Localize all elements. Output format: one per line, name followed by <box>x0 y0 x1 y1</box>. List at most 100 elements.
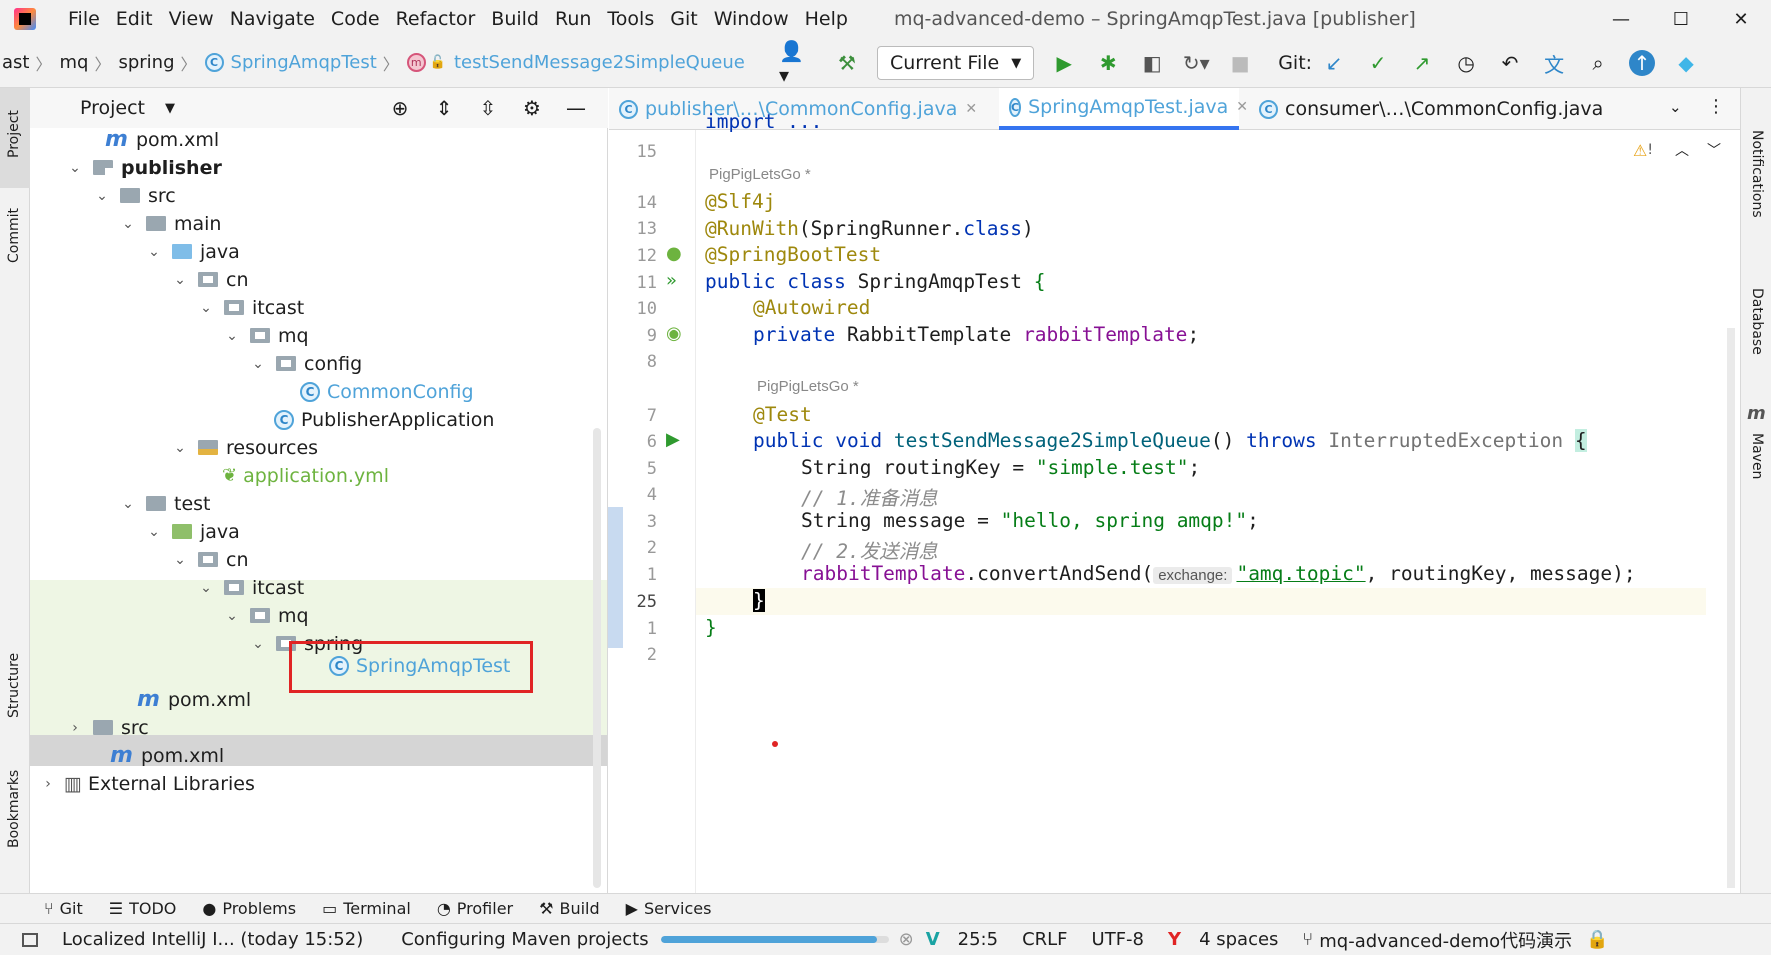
expand-all-icon[interactable]: ⇕ <box>431 95 457 121</box>
profile-icon[interactable]: ↻▾ <box>1183 50 1210 76</box>
tab-springamqptest[interactable]: C SpringAmqpTest.java ✕ <box>999 88 1248 130</box>
tree-item[interactable]: ⌄ itcast <box>196 292 304 323</box>
menu-navigate[interactable]: Navigate <box>230 8 315 30</box>
breadcrumb-item[interactable]: ast <box>2 52 29 73</box>
menu-run[interactable]: Run <box>555 8 591 30</box>
tree-item[interactable]: ⌄ mq <box>222 320 308 351</box>
tree-item[interactable]: m pom.xml <box>137 684 251 715</box>
tree-item[interactable]: ⌄ resources <box>170 432 318 463</box>
menu-window[interactable]: Window <box>714 8 789 30</box>
tree-item[interactable]: ⌄ java <box>144 516 240 547</box>
search-icon[interactable]: ⌕ <box>1585 50 1611 76</box>
tree-item[interactable]: C CommonConfig <box>300 376 474 407</box>
project-tool-label[interactable]: Project <box>6 110 22 158</box>
bottom-tool-profiler[interactable]: ◔ Profiler <box>437 899 513 918</box>
cancel-progress-icon[interactable]: ⊗ <box>899 929 914 950</box>
bottom-tool-terminal[interactable]: ▭ Terminal <box>322 899 411 918</box>
menu-view[interactable]: View <box>169 8 214 30</box>
tree-item[interactable]: ⌄ main <box>118 208 221 239</box>
database-tool-label[interactable]: Database <box>1749 288 1765 355</box>
structure-tool-label[interactable]: Structure <box>6 653 22 718</box>
tree-item[interactable]: ⌄ mq <box>222 600 308 631</box>
tab-consumer-commonconfig[interactable]: C consumer\…\CommonConfig.java <box>1249 88 1639 130</box>
close-icon[interactable]: ✕ <box>1236 99 1248 115</box>
tree-item[interactable]: › ▥ External Libraries <box>38 768 255 799</box>
hide-icon[interactable]: — <box>563 95 589 121</box>
coverage-icon[interactable]: ◧ <box>1139 50 1165 76</box>
gear-icon[interactable]: ⚙ <box>519 95 545 121</box>
rollback-icon[interactable]: ↶ <box>1497 50 1523 76</box>
breadcrumb-item[interactable]: spring <box>118 52 174 73</box>
notifications-tool-label[interactable]: Notifications <box>1749 130 1765 218</box>
breadcrumb-item[interactable]: testSendMessage2SimpleQueue <box>454 52 745 73</box>
close-icon[interactable]: ✕ <box>965 101 977 117</box>
tree-item[interactable]: ⌄ java <box>144 236 240 267</box>
bottom-tool-services[interactable]: ▶ Services <box>626 899 712 918</box>
stop-icon[interactable]: ■ <box>1227 50 1253 76</box>
run-icon[interactable]: ▶ <box>1051 50 1077 76</box>
indent-setting[interactable]: 4 spaces <box>1199 929 1278 950</box>
tree-item[interactable]: ⌄ test <box>118 488 210 519</box>
git-branch[interactable]: mq-advanced-demo代码演示 <box>1319 927 1572 953</box>
collapse-all-icon[interactable]: ⇳ <box>475 95 501 121</box>
menu-edit[interactable]: Edit <box>116 8 153 30</box>
update-icon[interactable]: ↑ <box>1629 50 1656 76</box>
git-commit-icon[interactable]: ✓ <box>1365 50 1391 76</box>
commit-tool-label[interactable]: Commit <box>6 208 22 263</box>
locate-icon[interactable]: ⊕ <box>387 95 413 121</box>
menu-help[interactable]: Help <box>805 8 848 30</box>
chevron-down-icon[interactable]: ▼ <box>165 101 175 116</box>
project-panel-title[interactable]: Project <box>80 97 145 119</box>
bottom-tool-build[interactable]: ⚒ Build <box>539 899 600 918</box>
maximize-icon[interactable]: ☐ <box>1651 9 1711 30</box>
history-icon[interactable]: ◷ <box>1453 50 1479 76</box>
tree-item[interactable]: ⌄ itcast <box>196 572 304 603</box>
file-encoding[interactable]: UTF-8 <box>1092 929 1144 950</box>
maven-tool-label[interactable]: Maven <box>1749 433 1765 479</box>
user-icon[interactable]: 👤▾ <box>779 39 805 87</box>
menu-code[interactable]: Code <box>331 8 380 30</box>
menu-build[interactable]: Build <box>491 8 539 30</box>
tree-item[interactable]: ⌄ publisher <box>65 152 222 183</box>
breadcrumb-item[interactable]: SpringAmqpTest <box>231 52 377 73</box>
translate-icon[interactable]: 文 <box>1541 50 1567 77</box>
panel-toggle-icon[interactable] <box>22 932 38 947</box>
tree-item[interactable]: m pom.xml <box>85 124 219 155</box>
menu-refactor[interactable]: Refactor <box>396 8 476 30</box>
editor-scrollbar[interactable] <box>1727 328 1735 888</box>
tree-item[interactable]: ⌄ cn <box>170 264 248 295</box>
close-icon[interactable]: ✕ <box>1711 9 1771 30</box>
tree-item[interactable]: m pom.xml <box>110 740 224 771</box>
line-separator[interactable]: CRLF <box>1022 929 1067 950</box>
menu-file[interactable]: File <box>68 8 100 30</box>
chevron-up-icon[interactable]: ︿ <box>1675 140 1689 160</box>
breadcrumb-item[interactable]: mq <box>59 52 88 73</box>
lock-icon[interactable]: 🔒 <box>1586 929 1608 950</box>
chevron-down-icon[interactable]: ⌄ <box>1669 98 1682 116</box>
tree-item[interactable]: › src <box>65 712 149 743</box>
menu-git[interactable]: Git <box>670 8 697 30</box>
hammer-icon[interactable]: ⚒ <box>834 50 860 76</box>
bookmarks-tool-label[interactable]: Bookmarks <box>6 770 22 848</box>
bottom-tool-todo[interactable]: ☰ TODO <box>109 899 177 918</box>
git-push-icon[interactable]: ↗ <box>1409 50 1435 76</box>
debug-icon[interactable]: ✱ <box>1095 50 1121 76</box>
ide-logo-icon[interactable]: ◆ <box>1673 50 1699 76</box>
tree-item[interactable]: C PublisherApplication <box>274 404 494 435</box>
more-icon[interactable]: ⋮ <box>1707 96 1725 117</box>
run-config-select[interactable]: Current File ▼ <box>877 46 1035 80</box>
bottom-tool-git[interactable]: ⑂ Git <box>44 899 83 918</box>
tree-item[interactable]: ⌄ cn <box>170 544 248 575</box>
tree-item[interactable]: ❦ application.yml <box>222 460 389 491</box>
chevron-down-icon[interactable]: ﹀ <box>1707 140 1721 160</box>
git-update-icon[interactable]: ↙ <box>1321 50 1347 76</box>
status-message[interactable]: Localized IntelliJ I... (today 15:52) <box>62 929 363 950</box>
tree-item[interactable]: ⌄ src <box>92 180 176 211</box>
minimize-icon[interactable]: — <box>1591 9 1651 30</box>
bottom-tool-problems[interactable]: ● Problems <box>202 899 296 918</box>
inspection-widget[interactable]: ⚠! ︿ ﹀ <box>1633 140 1721 160</box>
tree-scrollbar[interactable] <box>593 428 601 888</box>
code-area[interactable]: import ... PigPigLetsGo * @Slf4j @RunWit… <box>609 110 1740 893</box>
caret-position[interactable]: 25:5 <box>958 929 998 950</box>
tree-item[interactable]: ⌄ config <box>248 348 362 379</box>
